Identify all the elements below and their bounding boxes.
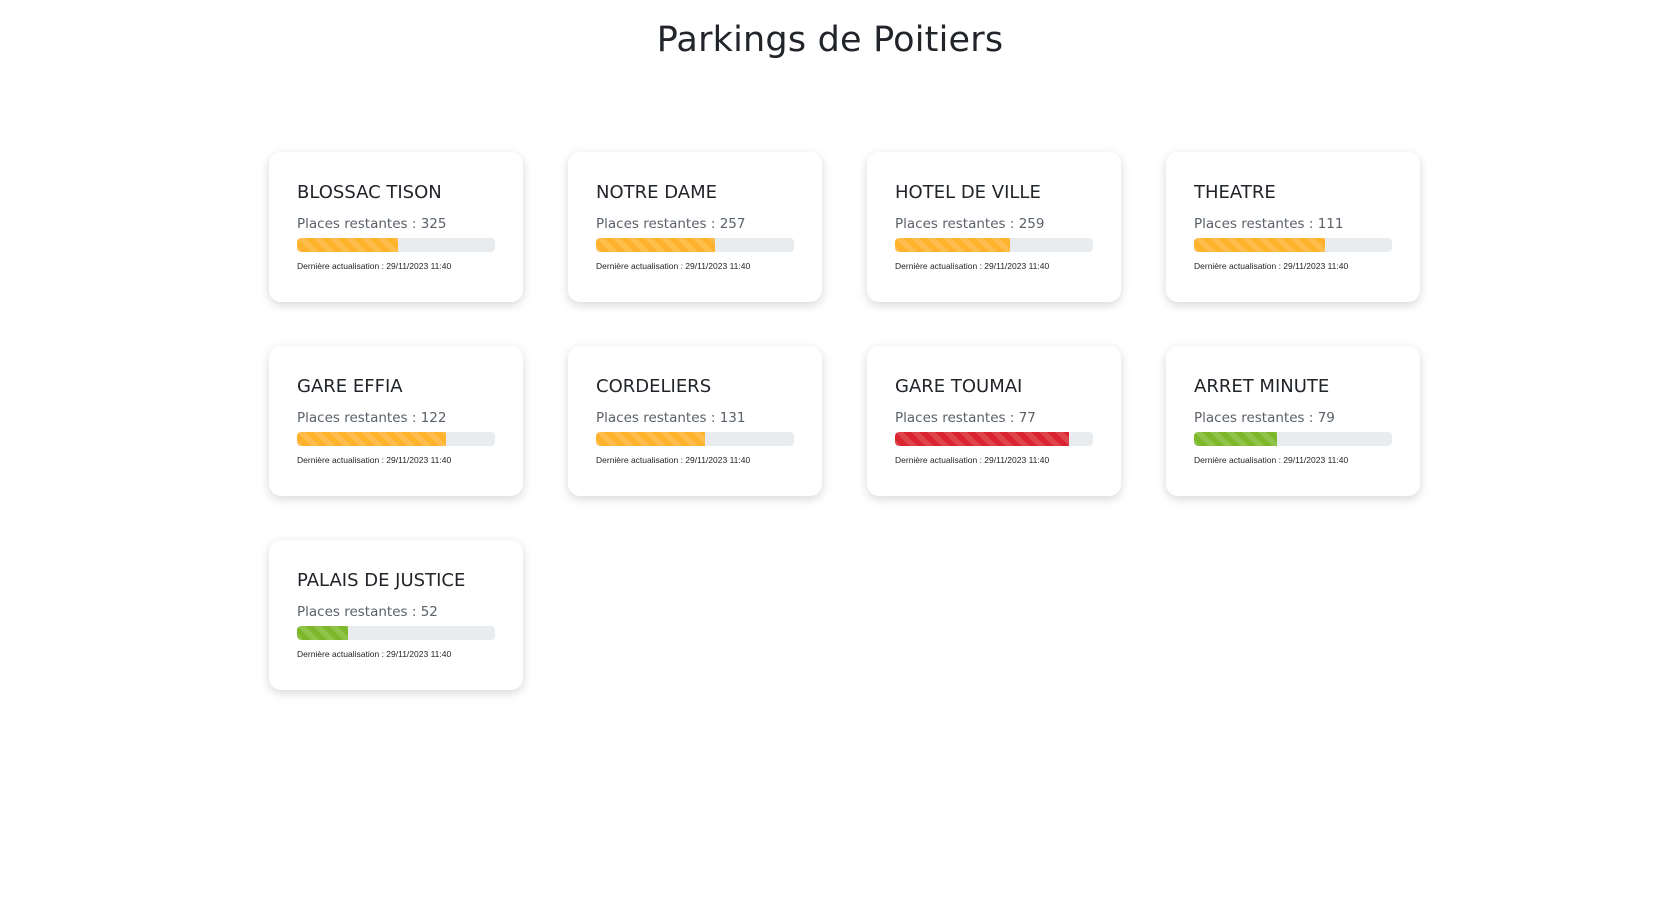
parking-name: THEATRE	[1194, 182, 1276, 203]
occupancy-progress-bar	[1194, 238, 1325, 252]
parking-name: GARE EFFIA	[297, 376, 403, 397]
places-remaining: Places restantes : 257	[596, 216, 746, 232]
places-remaining: Places restantes : 122	[297, 410, 447, 426]
places-remaining: Places restantes : 325	[297, 216, 447, 232]
parking-card: GARE TOUMAI Places restantes : 77 Derniè…	[867, 346, 1121, 496]
occupancy-progress	[297, 238, 495, 252]
occupancy-progress	[596, 432, 794, 446]
parking-card: CORDELIERS Places restantes : 131 Derniè…	[568, 346, 822, 496]
occupancy-progress	[1194, 238, 1392, 252]
occupancy-progress-bar	[895, 432, 1070, 446]
parking-name: BLOSSAC TISON	[297, 182, 442, 203]
occupancy-progress	[895, 432, 1093, 446]
occupancy-progress-bar	[596, 238, 715, 252]
parking-card: NOTRE DAME Places restantes : 257 Derniè…	[568, 152, 822, 302]
occupancy-progress	[596, 238, 794, 252]
parking-name: NOTRE DAME	[596, 182, 717, 203]
parking-name: PALAIS DE JUSTICE	[297, 570, 466, 591]
last-update: Dernière actualisation : 29/11/2023 11:4…	[1194, 455, 1349, 465]
places-remaining: Places restantes : 77	[895, 410, 1036, 426]
last-update: Dernière actualisation : 29/11/2023 11:4…	[297, 649, 452, 659]
occupancy-progress	[297, 626, 495, 640]
occupancy-progress	[895, 238, 1093, 252]
occupancy-progress	[297, 432, 495, 446]
occupancy-progress-bar	[596, 432, 705, 446]
occupancy-progress	[1194, 432, 1392, 446]
parking-card: THEATRE Places restantes : 111 Dernière …	[1166, 152, 1420, 302]
occupancy-progress-bar	[297, 432, 446, 446]
places-remaining: Places restantes : 131	[596, 410, 746, 426]
occupancy-progress-bar	[297, 626, 349, 640]
last-update: Dernière actualisation : 29/11/2023 11:4…	[895, 261, 1050, 271]
last-update: Dernière actualisation : 29/11/2023 11:4…	[895, 455, 1050, 465]
occupancy-progress-bar	[1194, 432, 1278, 446]
parking-grid: BLOSSAC TISON Places restantes : 325 Der…	[269, 152, 1420, 690]
parking-card: BLOSSAC TISON Places restantes : 325 Der…	[269, 152, 523, 302]
parking-name: GARE TOUMAI	[895, 376, 1023, 397]
parking-name: ARRET MINUTE	[1194, 376, 1330, 397]
parking-name: HOTEL DE VILLE	[895, 182, 1041, 203]
last-update: Dernière actualisation : 29/11/2023 11:4…	[1194, 261, 1349, 271]
parking-card: ARRET MINUTE Places restantes : 79 Derni…	[1166, 346, 1420, 496]
occupancy-progress-bar	[895, 238, 1010, 252]
last-update: Dernière actualisation : 29/11/2023 11:4…	[596, 261, 751, 271]
places-remaining: Places restantes : 111	[1194, 216, 1344, 232]
last-update: Dernière actualisation : 29/11/2023 11:4…	[297, 455, 452, 465]
last-update: Dernière actualisation : 29/11/2023 11:4…	[596, 455, 751, 465]
parking-card: GARE EFFIA Places restantes : 122 Derniè…	[269, 346, 523, 496]
places-remaining: Places restantes : 259	[895, 216, 1045, 232]
last-update: Dernière actualisation : 29/11/2023 11:4…	[297, 261, 452, 271]
places-remaining: Places restantes : 52	[297, 604, 438, 620]
places-remaining: Places restantes : 79	[1194, 410, 1335, 426]
page-title: Parkings de Poitiers	[656, 20, 1004, 60]
parking-name: CORDELIERS	[596, 376, 712, 397]
parking-card: HOTEL DE VILLE Places restantes : 259 De…	[867, 152, 1121, 302]
occupancy-progress-bar	[297, 238, 398, 252]
parking-card: PALAIS DE JUSTICE Places restantes : 52 …	[269, 540, 523, 690]
